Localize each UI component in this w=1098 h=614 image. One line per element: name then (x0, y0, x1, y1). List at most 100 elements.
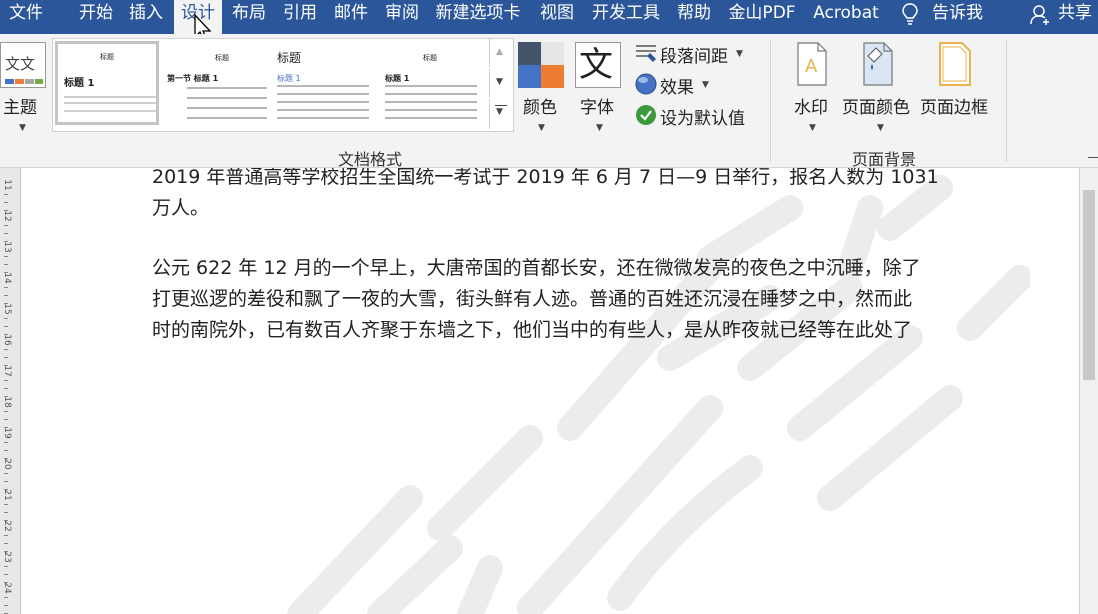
gallery-scroll-up[interactable]: ▲ (489, 39, 512, 67)
lightbulb-icon (902, 3, 918, 25)
colors-button[interactable]: 颜色 ▼ (516, 40, 568, 138)
chevron-down-icon: ▼ (809, 123, 816, 133)
chevron-down-icon: ▼ (596, 123, 603, 133)
gallery-more-icon: ▼ (496, 107, 503, 117)
ruler-tick (4, 388, 8, 389)
paragraph-spacing-icon (636, 45, 656, 62)
gallery-more[interactable]: ▼ (489, 99, 512, 129)
ruler-tick (4, 256, 8, 257)
ruler-tick (4, 481, 8, 482)
paragraph-spacing-button[interactable]: 段落间距 ▼ (632, 40, 752, 67)
style-set-gallery[interactable]: 标题 标题 1 标题 第一节 标题 1 标题 标题 1 标题 标题 1 ▲ ▼ … (52, 38, 514, 132)
themes-button[interactable]: 文文 主题 ▼ (0, 40, 46, 138)
tab-review[interactable]: 审阅 (378, 0, 426, 34)
ruler-tick (4, 233, 8, 234)
ruler-tick (4, 295, 8, 296)
ribbon-tab-bar: 文件 开始 插入 设计 布局 引用 邮件 审阅 新建选项卡 视图 开发工具 帮助… (0, 0, 1098, 34)
page-borders-button[interactable]: 页面边框 (918, 40, 996, 138)
ruler-tick (4, 543, 8, 544)
style-set-item[interactable]: 标题 标题 1 (383, 47, 485, 127)
group-label-document-format: 文档格式 (338, 150, 403, 169)
ruler-tick (4, 512, 8, 513)
style-title: 标题 (277, 51, 302, 65)
tab-layout[interactable]: 布局 (225, 0, 273, 34)
style-heading: 标题 1 (385, 74, 410, 83)
style-set-item[interactable]: 标题 标题 1 (55, 41, 159, 125)
vertical-ruler: 11 12 13 14 15 16 17 18 19 20 21 22 23 24 (0, 168, 21, 614)
fonts-button[interactable]: 文 字体 ▼ (574, 40, 626, 138)
group-divider (1006, 40, 1007, 162)
tab-mailings[interactable]: 邮件 (327, 0, 375, 34)
style-set-item[interactable]: 标题 第一节 标题 1 (167, 47, 271, 127)
tab-file[interactable]: 文件 (0, 0, 52, 34)
font-icon-glyph: 文 (579, 45, 613, 85)
chevron-down-icon: ▼ (877, 123, 884, 133)
ruler-tick (4, 194, 8, 195)
ruler-tick (4, 318, 8, 319)
ruler-tick (4, 357, 8, 358)
tab-acrobat[interactable]: Acrobat (806, 0, 886, 34)
paragraph-line: 2019 年普通高等学校招生全国统一考试于 2019 年 6 月 7 日—9 日… (152, 168, 939, 188)
ruler-number: 14 (2, 272, 12, 284)
tell-me-box[interactable]: 告诉我 (896, 0, 996, 34)
ruler-tick (4, 473, 8, 474)
ruler-tick (4, 202, 8, 203)
tab-home[interactable]: 开始 (70, 0, 122, 34)
tab-insert[interactable]: 插入 (122, 0, 170, 34)
page-color-icon (863, 42, 893, 86)
paragraph-line: 公元 622 年 12 月的一个早上，大唐帝国的首都长安，还在微微发亮的夜色之中… (152, 257, 921, 279)
document-paragraph[interactable]: 公元 622 年 12 月的一个早上，大唐帝国的首都长安，还在微微发亮的夜色之中… (152, 253, 967, 346)
ruler-number: 21 (2, 489, 12, 501)
ruler-number: 23 (2, 551, 12, 563)
person-add-icon (1030, 5, 1049, 25)
vertical-scrollbar[interactable] (1079, 168, 1098, 614)
ruler-number: 24 (2, 582, 12, 594)
ruler-number: 11 (2, 179, 12, 191)
group-label-page-background: 页面背景 (852, 150, 917, 169)
tab-help[interactable]: 帮助 (670, 0, 718, 34)
document-paragraph[interactable]: 2019 年普通高等学校招生全国统一考试于 2019 年 6 月 7 日—9 日… (152, 168, 967, 224)
document-area[interactable]: 11 12 13 14 15 16 17 18 19 20 21 22 23 24 2019 年普通高等学… (0, 168, 1098, 614)
tab-references[interactable]: 引用 (276, 0, 324, 34)
style-title: 标题 (100, 53, 114, 61)
page-color-button[interactable]: 页面颜色 ▼ (840, 40, 920, 138)
style-title: 标题 (215, 54, 229, 62)
collapse-ribbon-button[interactable] (1086, 152, 1098, 164)
scrollbar-thumb[interactable] (1083, 190, 1095, 380)
watermark-label: 水印 (794, 98, 828, 118)
tab-view[interactable]: 视图 (533, 0, 581, 34)
ruler-tick (4, 349, 8, 350)
tab-developer[interactable]: 开发工具 (586, 0, 666, 34)
ruler-tick (4, 442, 8, 443)
ruler-number: 18 (2, 396, 12, 408)
ruler-tick (4, 605, 8, 606)
color-palette-icon (518, 42, 564, 88)
ruler-number: 19 (2, 427, 12, 439)
style-heading: 标题 1 (277, 74, 301, 83)
effects-icon (635, 73, 657, 95)
page-border-icon (939, 42, 971, 86)
gallery-scroll-down[interactable]: ▼ (489, 69, 512, 97)
ruler-tick (4, 225, 8, 226)
paragraph-line: 时的南院外，已有数百人齐聚于东墙之下，他们当中的有些人，是从昨夜就已经等在此处了 (152, 319, 913, 341)
watermark-button[interactable]: A 水印 ▼ (790, 40, 836, 138)
svg-text:A: A (805, 56, 818, 77)
effects-button[interactable]: 效果 ▼ (632, 71, 722, 98)
chevron-up-icon: ▲ (496, 47, 503, 57)
tab-new-tab[interactable]: 新建选项卡 (430, 0, 526, 34)
paragraph-line: 打更巡逻的差役和飘了一夜的大雪，街头鲜有人迹。普通的百姓还沉浸在睡梦之中，然而此 (152, 288, 913, 310)
share-label: 共享 (1058, 3, 1092, 23)
page-color-label: 页面颜色 (842, 98, 910, 118)
paragraph-spacing-label: 段落间距 (660, 47, 728, 67)
set-as-default-button[interactable]: 设为默认值 (632, 102, 762, 129)
style-set-item[interactable]: 标题 标题 1 (275, 47, 379, 127)
font-icon: 文 (575, 42, 621, 88)
effects-label: 效果 (660, 78, 694, 98)
chevron-down-icon: ▼ (736, 49, 743, 59)
tab-jinshan-pdf[interactable]: 金山PDF (722, 0, 802, 34)
ruler-tick (4, 574, 8, 575)
ruler-tick (4, 264, 8, 265)
colors-label: 颜色 (523, 98, 557, 118)
ruler-number: 16 (2, 334, 12, 346)
share-button[interactable]: 共享 (1026, 0, 1098, 34)
